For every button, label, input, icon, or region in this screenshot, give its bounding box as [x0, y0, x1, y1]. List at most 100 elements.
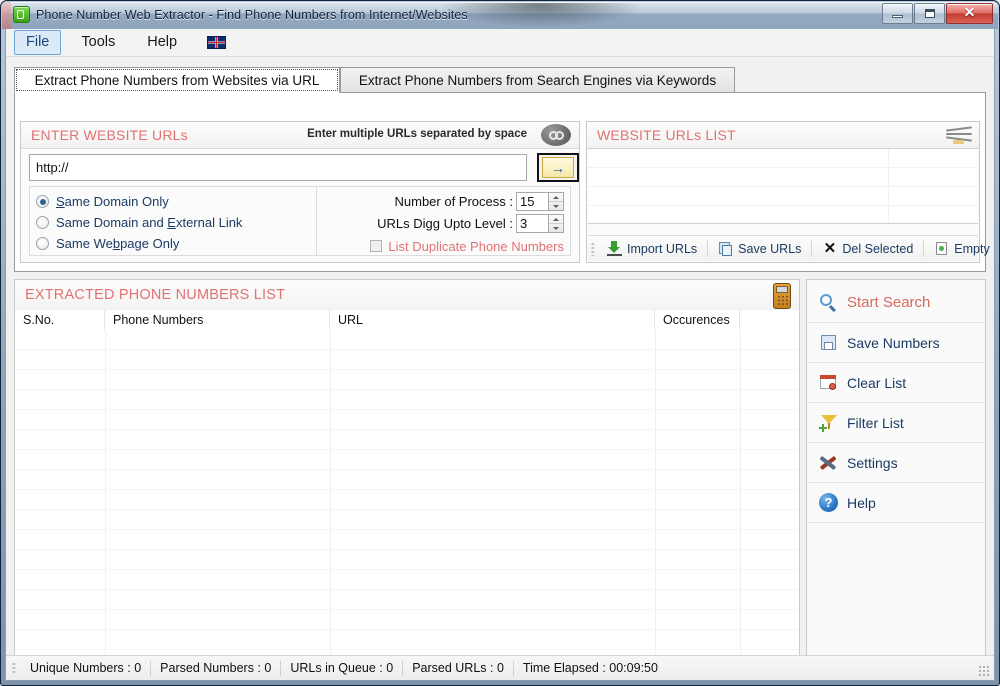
- column-header-sno[interactable]: S.No.: [15, 310, 105, 330]
- radio-dot: [36, 216, 49, 229]
- list-row: [588, 187, 978, 206]
- minimize-button[interactable]: [882, 3, 913, 24]
- maximize-button[interactable]: [914, 3, 945, 24]
- urls-list-title: WEBSITE URLs LIST: [597, 127, 736, 143]
- settings-button[interactable]: Settings: [807, 443, 985, 483]
- tab-extract-via-keywords[interactable]: Extract Phone Numbers from Search Engine…: [340, 67, 735, 93]
- start-search-label: Start Search: [847, 294, 931, 311]
- grid-row: [15, 590, 799, 610]
- clear-list-label: Clear List: [847, 374, 907, 391]
- del-selected-label: Del Selected: [842, 241, 914, 256]
- toolbar-separator: [923, 240, 925, 257]
- empty-icon: [934, 241, 949, 256]
- empty-button[interactable]: Empty: [926, 237, 994, 260]
- grid-column-divider: [330, 330, 331, 678]
- filter-icon: [819, 413, 838, 432]
- go-button[interactable]: →: [537, 153, 579, 182]
- menu-item-file[interactable]: File: [14, 30, 62, 55]
- list-duplicates-checkbox[interactable]: [370, 240, 383, 252]
- status-bar: Unique Numbers : 0 Parsed Numbers : 0 UR…: [6, 655, 994, 680]
- mobile-phone-icon[interactable]: [773, 283, 791, 309]
- clear-list-button[interactable]: Clear List: [807, 363, 985, 403]
- import-urls-button[interactable]: Import URLs: [599, 237, 705, 260]
- list-duplicates-row[interactable]: List Duplicate Phone Numbers: [317, 236, 564, 256]
- filter-list-button[interactable]: Filter List: [807, 403, 985, 443]
- status-unique-numbers: Unique Numbers : 0: [30, 661, 142, 675]
- radio-same-domain-only[interactable]: Same Domain Only: [36, 192, 316, 211]
- status-urls-in-queue: URLs in Queue : 0: [290, 661, 394, 675]
- uk-flag-icon[interactable]: [207, 36, 227, 49]
- options-panel: Same Domain Only Same Domain and Externa…: [29, 186, 571, 256]
- grid-row: [15, 390, 799, 410]
- chain-link-icon[interactable]: [541, 124, 571, 146]
- column-header-url[interactable]: URL: [330, 310, 655, 330]
- save-numbers-button[interactable]: Save Numbers: [807, 323, 985, 363]
- digg-level-input[interactable]: [516, 214, 548, 233]
- list-row: [588, 168, 978, 187]
- number-of-process-input[interactable]: [516, 192, 548, 211]
- url-input[interactable]: [29, 154, 527, 181]
- extracted-grid-body[interactable]: [15, 330, 799, 678]
- close-icon: ✕: [963, 4, 976, 20]
- grid-row: [15, 350, 799, 370]
- urls-list-toolbar: Import URLs Save URLs ✕ Del Selected Emp…: [588, 235, 990, 261]
- status-time-elapsed: Time Elapsed : 00:09:50: [522, 661, 658, 675]
- grid-row: [15, 450, 799, 470]
- grid-row: [15, 410, 799, 430]
- tab-strip: Extract Phone Numbers from Websites via …: [14, 67, 986, 93]
- grid-row: [15, 550, 799, 570]
- help-label: Help: [847, 494, 876, 511]
- tab-extract-via-url[interactable]: Extract Phone Numbers from Websites via …: [14, 67, 340, 93]
- radio-same-webpage-only[interactable]: Same Webpage Only: [36, 234, 316, 253]
- del-selected-button[interactable]: ✕ Del Selected: [814, 237, 921, 260]
- grid-row: [15, 630, 799, 650]
- enter-urls-hint: Enter multiple URLs separated by space: [307, 128, 527, 140]
- toolbar-separator: [707, 240, 709, 257]
- help-button[interactable]: ? Help: [807, 483, 985, 523]
- grid-row: [15, 430, 799, 450]
- resize-grip[interactable]: [978, 665, 991, 678]
- grid-row: [15, 530, 799, 550]
- digg-level-stepper[interactable]: [548, 214, 564, 233]
- save-icon: [819, 333, 838, 352]
- phone-app-icon: [13, 6, 30, 23]
- help-icon: ?: [819, 493, 838, 512]
- process-settings: Number of Process : URLs Digg Upto Level…: [317, 187, 570, 255]
- enter-urls-title: ENTER WEBSITE URLs: [31, 127, 188, 143]
- window-controls: ✕: [881, 3, 993, 24]
- close-button[interactable]: ✕: [946, 3, 993, 24]
- list-row: [588, 149, 978, 168]
- save-urls-button[interactable]: Save URLs: [710, 237, 809, 260]
- empty-label: Empty: [954, 241, 990, 256]
- grid-row: [15, 330, 799, 350]
- enter-urls-header: ENTER WEBSITE URLs Enter multiple URLs s…: [21, 122, 579, 149]
- extracted-numbers-group: EXTRACTED PHONE NUMBERS LIST S.No. Phone…: [14, 279, 800, 679]
- column-header-occurences[interactable]: Occurences: [655, 310, 740, 330]
- number-of-process-stepper[interactable]: [548, 192, 564, 211]
- menu-item-help[interactable]: Help: [135, 30, 189, 55]
- radio-same-domain-and-external[interactable]: Same Domain and External Link: [36, 213, 316, 232]
- settings-label: Settings: [847, 454, 898, 471]
- toolbar-grip[interactable]: [591, 241, 595, 256]
- grid-row: [15, 370, 799, 390]
- radio-label: Same Webpage Only: [56, 236, 180, 251]
- scope-radio-group: Same Domain Only Same Domain and Externa…: [30, 187, 317, 255]
- grid-column-divider: [655, 330, 656, 678]
- column-header-phone[interactable]: Phone Numbers: [105, 310, 330, 330]
- grid-row: [15, 510, 799, 530]
- save-urls-label: Save URLs: [738, 241, 802, 256]
- menu-item-tools[interactable]: Tools: [69, 30, 127, 55]
- title-bar: Phone Number Web Extractor - Find Phone …: [1, 1, 999, 28]
- website-urls-list-group: WEBSITE URLs LIST Import URLs Save URLs …: [586, 121, 990, 263]
- delete-x-icon: ✕: [823, 240, 837, 257]
- digg-level-label: URLs Digg Upto Level :: [377, 216, 513, 231]
- number-of-process-row: Number of Process :: [317, 191, 564, 212]
- stepper-down-icon: [549, 224, 563, 232]
- website-urls-listbox[interactable]: [588, 148, 978, 224]
- globe-network-icon[interactable]: [945, 126, 973, 144]
- extracted-header: EXTRACTED PHONE NUMBERS LIST: [15, 280, 799, 311]
- import-urls-label: Import URLs: [627, 241, 698, 256]
- url-input-row: →: [29, 153, 579, 182]
- start-search-button[interactable]: Start Search: [807, 283, 985, 323]
- number-of-process-label: Number of Process :: [394, 194, 514, 209]
